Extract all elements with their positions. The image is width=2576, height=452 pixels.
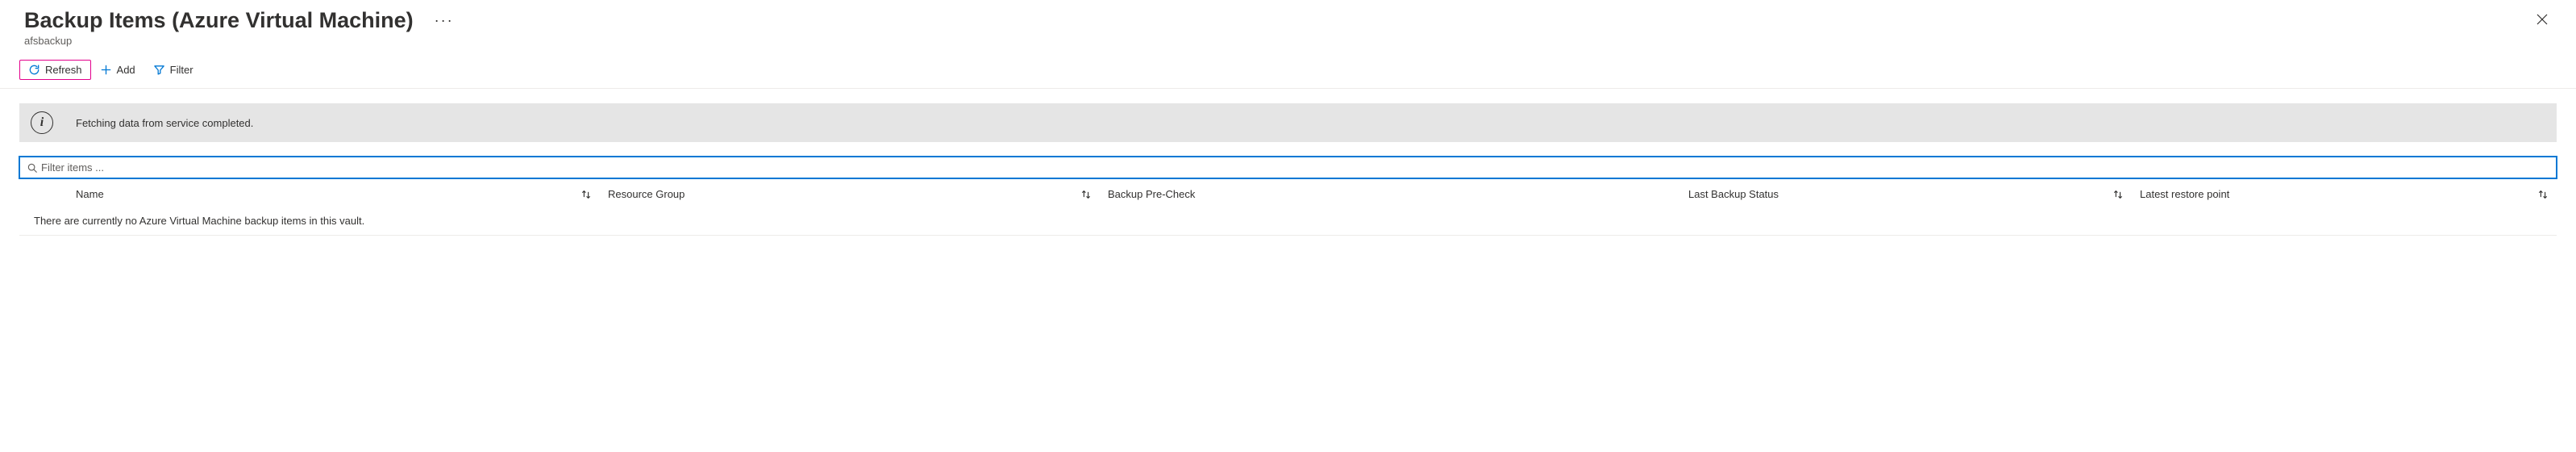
more-button[interactable]: ··· xyxy=(430,10,459,31)
sort-icon xyxy=(1080,189,1092,200)
col-header-resource-group[interactable]: Resource Group xyxy=(600,188,1100,200)
refresh-button[interactable]: Refresh xyxy=(19,60,91,80)
col-header-latest-restore[interactable]: Latest restore point xyxy=(2132,188,2557,200)
blade-header: Backup Items (Azure Virtual Machine) ···… xyxy=(0,0,2576,47)
filter-box[interactable] xyxy=(19,157,2557,178)
plus-icon xyxy=(100,64,112,76)
filter-row xyxy=(19,157,2557,178)
empty-message: There are currently no Azure Virtual Mac… xyxy=(34,215,364,227)
info-bar: i Fetching data from service completed. xyxy=(19,103,2557,142)
close-button[interactable] xyxy=(2532,10,2552,29)
page-title: Backup Items (Azure Virtual Machine) xyxy=(24,8,414,33)
col-label-pre-check: Backup Pre-Check xyxy=(1108,188,1195,200)
search-icon xyxy=(27,162,38,174)
add-button[interactable]: Add xyxy=(91,60,144,80)
refresh-label: Refresh xyxy=(45,64,82,76)
col-label-latest-restore: Latest restore point xyxy=(2140,188,2229,200)
col-header-last-status[interactable]: Last Backup Status xyxy=(1680,188,2132,200)
filter-button[interactable]: Filter xyxy=(144,60,202,80)
filter-input[interactable] xyxy=(41,160,2549,175)
col-header-pre-check[interactable]: Backup Pre-Check xyxy=(1100,188,1680,200)
col-header-name[interactable]: Name xyxy=(19,188,600,200)
col-label-name: Name xyxy=(76,188,104,200)
sort-icon xyxy=(2537,189,2549,200)
refresh-icon xyxy=(28,64,40,76)
col-label-resource-group: Resource Group xyxy=(608,188,685,200)
backup-items-blade: Backup Items (Azure Virtual Machine) ···… xyxy=(0,0,2576,452)
funnel-icon xyxy=(153,64,165,76)
column-headers: Name Resource Group Backup Pre-Check Las… xyxy=(19,188,2557,210)
info-icon: i xyxy=(31,111,53,134)
filter-label: Filter xyxy=(170,64,194,76)
toolbar: Refresh Add Filter xyxy=(0,47,2576,89)
col-label-last-status: Last Backup Status xyxy=(1688,188,1779,200)
info-message: Fetching data from service completed. xyxy=(76,117,253,129)
sort-icon xyxy=(581,189,592,200)
page-subtitle: afsbackup xyxy=(24,35,2552,47)
add-label: Add xyxy=(117,64,135,76)
close-icon xyxy=(2536,13,2549,26)
empty-state-row: There are currently no Azure Virtual Mac… xyxy=(19,215,2557,236)
title-row: Backup Items (Azure Virtual Machine) ··· xyxy=(24,8,2552,33)
sort-icon xyxy=(2112,189,2124,200)
